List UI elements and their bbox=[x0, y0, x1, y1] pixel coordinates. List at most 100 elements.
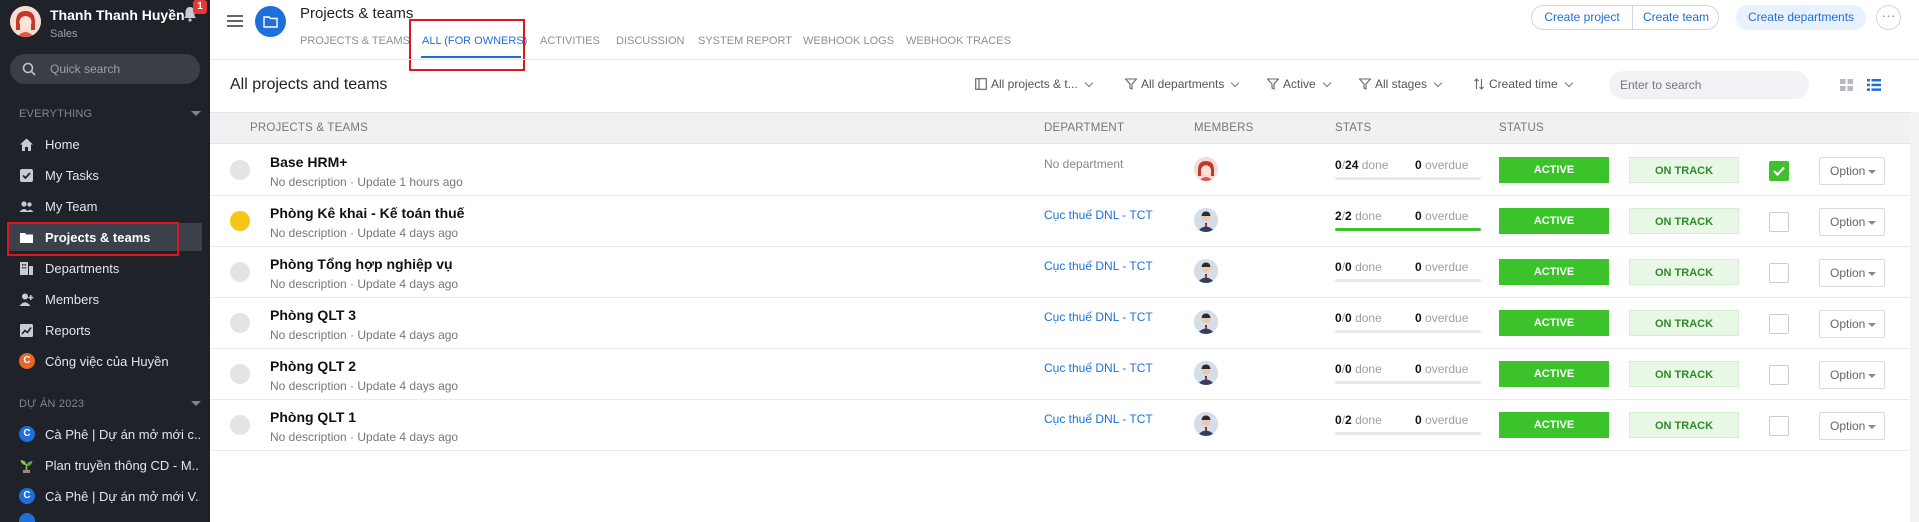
chevron-down-icon[interactable] bbox=[191, 111, 201, 116]
option-dropdown[interactable]: Option bbox=[1819, 208, 1885, 236]
column-header-members[interactable]: MEMBERS bbox=[1194, 122, 1254, 134]
project-name[interactable]: Phòng Tổng hợp nghiệp vụ bbox=[270, 256, 453, 272]
create-departments-button[interactable]: Create departments bbox=[1736, 5, 1866, 30]
status-badge[interactable]: ACTIVE bbox=[1499, 361, 1609, 387]
sidebar-item-my-team[interactable]: My Team bbox=[8, 192, 202, 220]
status-badge[interactable]: ACTIVE bbox=[1499, 157, 1609, 183]
sidebar-item-departments[interactable]: Departments bbox=[8, 254, 202, 282]
status-badge[interactable]: ACTIVE bbox=[1499, 208, 1609, 234]
stats-overdue: 0 overdue bbox=[1415, 362, 1468, 376]
status-dot-icon[interactable] bbox=[230, 364, 250, 384]
track-badge[interactable]: ON TRACK bbox=[1629, 208, 1739, 234]
row-checkbox[interactable] bbox=[1769, 365, 1789, 385]
grid-view-icon[interactable] bbox=[1840, 79, 1853, 91]
option-dropdown[interactable]: Option bbox=[1819, 310, 1885, 338]
sidebar-item-my-tasks[interactable]: My Tasks bbox=[8, 161, 202, 189]
track-badge[interactable]: ON TRACK bbox=[1629, 412, 1739, 438]
option-dropdown[interactable]: Option bbox=[1819, 259, 1885, 287]
create-project-button[interactable]: Create project bbox=[1532, 6, 1633, 29]
project-name[interactable]: Phòng Kê khai - Kế toán thuế bbox=[270, 205, 464, 221]
project-description: No description · Update 4 days ago bbox=[270, 430, 459, 444]
filter-projects-teams[interactable]: All projects & t... bbox=[975, 77, 1093, 91]
tab-discussion[interactable]: DISCUSSION bbox=[616, 35, 684, 47]
list-search-input[interactable] bbox=[1620, 71, 1800, 99]
member-avatar[interactable] bbox=[1194, 259, 1218, 283]
total-count: 2 bbox=[1345, 413, 1352, 427]
status-badge[interactable]: ACTIVE bbox=[1499, 259, 1609, 285]
sidebar-project-item[interactable]: Plan truyền thông CD - M... bbox=[8, 451, 202, 479]
department-link[interactable]: Cục thuế DNL - TCT bbox=[1044, 361, 1153, 375]
tab-webhook-logs[interactable]: WEBHOOK LOGS bbox=[803, 35, 894, 47]
department-link[interactable]: Cục thuế DNL - TCT bbox=[1044, 208, 1153, 222]
track-badge[interactable]: ON TRACK bbox=[1629, 310, 1739, 336]
table-row[interactable]: Phòng QLT 2 No description · Update 4 day… bbox=[210, 349, 1910, 400]
member-avatar[interactable] bbox=[1194, 208, 1218, 232]
sidebar-project-item[interactable]: C Cà Phê | Dự án mở mới c... bbox=[8, 420, 202, 448]
create-team-button[interactable]: Create team bbox=[1633, 6, 1719, 29]
project-name[interactable]: Phòng QLT 3 bbox=[270, 307, 356, 323]
option-dropdown[interactable]: Option bbox=[1819, 361, 1885, 389]
overdue-count: 0 bbox=[1415, 413, 1422, 427]
project-name[interactable]: Base HRM+ bbox=[270, 154, 347, 170]
department-link[interactable]: Cục thuế DNL - TCT bbox=[1044, 259, 1153, 273]
member-avatar[interactable] bbox=[1194, 412, 1218, 436]
option-label: Option bbox=[1830, 215, 1866, 229]
check-icon bbox=[1773, 166, 1785, 177]
tab-system-report[interactable]: SYSTEM REPORT bbox=[698, 35, 792, 47]
option-dropdown[interactable]: Option bbox=[1819, 157, 1885, 185]
tab-activities[interactable]: ACTIVITIES bbox=[540, 35, 600, 47]
column-header-department[interactable]: DEPARTMENT bbox=[1044, 122, 1124, 134]
table-row[interactable]: Phòng QLT 1 No description · Update 4 day… bbox=[210, 400, 1910, 451]
tab-projects-teams[interactable]: PROJECTS & TEAMS bbox=[300, 35, 410, 47]
chevron-down-icon[interactable] bbox=[191, 401, 201, 406]
tab-webhook-traces[interactable]: WEBHOOK TRACES bbox=[906, 35, 1011, 47]
table-row[interactable]: Phòng Kê khai - Kế toán thuế No descripti… bbox=[210, 196, 1910, 247]
track-badge[interactable]: ON TRACK bbox=[1629, 157, 1739, 183]
table-row[interactable]: Phòng Tổng hợp nghiệp vụ No description ·… bbox=[210, 247, 1910, 298]
column-header-status[interactable]: STATUS bbox=[1499, 122, 1544, 134]
status-dot-icon[interactable] bbox=[230, 415, 250, 435]
project-name[interactable]: Phòng QLT 2 bbox=[270, 358, 356, 374]
column-header-stats[interactable]: STATS bbox=[1335, 122, 1371, 134]
row-checkbox[interactable] bbox=[1769, 263, 1789, 283]
department-link[interactable]: Cục thuế DNL - TCT bbox=[1044, 310, 1153, 324]
scrollbar[interactable] bbox=[1910, 112, 1919, 522]
sidebar-item-cong-viec[interactable]: C Công việc của Huyền bbox=[8, 347, 202, 375]
member-avatar[interactable] bbox=[1194, 310, 1218, 334]
sidebar-item-label: Công việc của Huyền bbox=[45, 354, 169, 369]
row-checkbox[interactable] bbox=[1769, 212, 1789, 232]
sidebar-item-home[interactable]: Home bbox=[8, 130, 202, 158]
status-dot-icon[interactable] bbox=[230, 211, 250, 231]
row-checkbox[interactable] bbox=[1769, 416, 1789, 436]
sidebar-item-reports[interactable]: Reports bbox=[8, 316, 202, 344]
table-row[interactable]: Base HRM+ No description · Update 1 hours… bbox=[210, 145, 1910, 196]
filter-active[interactable]: Active bbox=[1266, 77, 1331, 91]
status-dot-icon[interactable] bbox=[230, 262, 250, 282]
table-row[interactable]: Phòng QLT 3 No description · Update 4 day… bbox=[210, 298, 1910, 349]
sidebar-project-item[interactable]: C Cà Phê | Dự án mở mới V... bbox=[8, 482, 202, 510]
status-badge[interactable]: ACTIVE bbox=[1499, 412, 1609, 438]
member-avatar[interactable] bbox=[1194, 361, 1218, 385]
status-badge[interactable]: ACTIVE bbox=[1499, 310, 1609, 336]
list-view-icon[interactable] bbox=[1867, 79, 1881, 91]
sidebar-item-members[interactable]: Members bbox=[8, 285, 202, 313]
more-options-icon[interactable]: ··· bbox=[1876, 5, 1901, 30]
sidebar-item-label: My Team bbox=[45, 199, 98, 214]
member-avatar[interactable] bbox=[1194, 157, 1218, 181]
row-checkbox[interactable] bbox=[1769, 314, 1789, 334]
column-header-projects[interactable]: PROJECTS & TEAMS bbox=[250, 122, 368, 134]
status-dot-icon[interactable] bbox=[230, 313, 250, 333]
filter-sort-created-time[interactable]: Created time bbox=[1473, 77, 1573, 91]
row-checkbox[interactable] bbox=[1769, 161, 1789, 181]
track-badge[interactable]: ON TRACK bbox=[1629, 259, 1739, 285]
option-dropdown[interactable]: Option bbox=[1819, 412, 1885, 440]
filter-stages[interactable]: All stages bbox=[1358, 77, 1443, 91]
hamburger-menu-icon[interactable] bbox=[227, 14, 243, 28]
filter-departments[interactable]: All departments bbox=[1124, 77, 1240, 91]
department-link[interactable]: Cục thuế DNL - TCT bbox=[1044, 412, 1153, 426]
project-name[interactable]: Phòng QLT 1 bbox=[270, 409, 356, 425]
quick-search-input[interactable]: Quick search bbox=[10, 54, 200, 84]
user-profile[interactable]: Thanh Thanh Huyền Sales bbox=[10, 6, 205, 40]
track-badge[interactable]: ON TRACK bbox=[1629, 361, 1739, 387]
status-dot-icon[interactable] bbox=[230, 160, 250, 180]
